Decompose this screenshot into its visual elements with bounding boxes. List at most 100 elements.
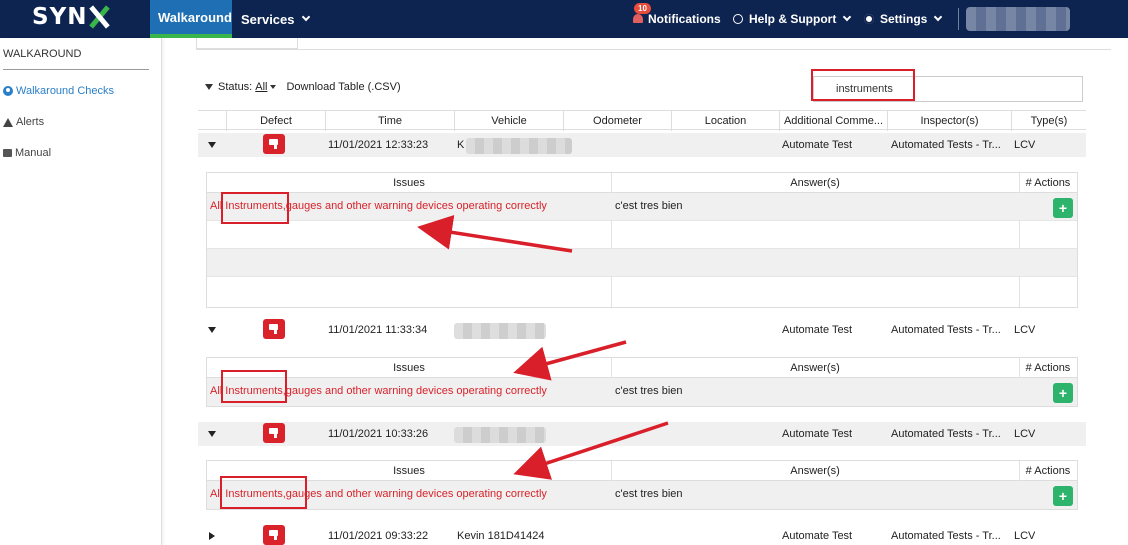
sub-col-actions: # Actions — [1025, 177, 1071, 189]
chevron-down-icon — [843, 12, 852, 22]
download-csv-link[interactable]: Download Table (.CSV) — [286, 81, 400, 93]
thumbs-down-icon[interactable] — [263, 423, 285, 443]
sidebar-item-label: Manual — [15, 147, 52, 159]
top-navbar: SYN Walkaround Services Notifications 10… — [0, 0, 1128, 38]
table-row[interactable]: 11/01/2021 11:33:34 Automate Test Automa… — [198, 318, 1086, 342]
issues-subtable-header: Issues Answer(s) # Actions — [207, 358, 1077, 378]
logo-x-icon — [88, 5, 111, 29]
nav-services-label: Services — [241, 11, 295, 27]
add-action-button[interactable]: + — [1053, 486, 1073, 506]
cell-inspector: Automated Tests - Tr... — [891, 428, 1001, 440]
sidebar-heading: WALKAROUND — [3, 48, 82, 60]
notifications-badge: 10 — [634, 3, 651, 14]
cell-comment: Automate Test — [782, 428, 853, 440]
expand-toggle-icon[interactable] — [208, 142, 216, 148]
cell-comment: Automate Test — [782, 139, 853, 151]
thumbs-down-icon[interactable] — [263, 134, 285, 154]
cell-time: 11/01/2021 11:33:34 — [328, 324, 428, 336]
cell-inspector: Automated Tests - Tr... — [891, 324, 1001, 336]
status-filter-value[interactable]: All — [255, 81, 267, 93]
nav-services[interactable]: Services — [233, 0, 317, 38]
sub-col-actions: # Actions — [1025, 362, 1071, 374]
issue-row: All Instruments,gauges and other warning… — [207, 378, 1077, 406]
empty-row — [207, 277, 1077, 305]
nav-walkaround-label: Walkaround — [158, 9, 232, 25]
cell-inspector: Automated Tests - Tr... — [891, 139, 1001, 151]
warning-icon — [3, 117, 13, 127]
redacted-vehicle — [454, 323, 546, 339]
sidebar-item-manual[interactable]: Manual — [3, 147, 51, 159]
table-row[interactable]: 11/01/2021 12:33:23 K Automate Test Auto… — [198, 133, 1086, 157]
table-row[interactable]: 11/01/2021 09:33:22 Kevin 181D41424 Auto… — [198, 524, 1086, 545]
cell-type: LCV — [1014, 530, 1036, 542]
answer-text: c'est tres bien — [615, 200, 683, 212]
issue-row: All Instruments,gauges and other warning… — [207, 193, 1077, 221]
sidebar-item-alerts[interactable]: Alerts — [3, 116, 44, 128]
redacted-vehicle — [454, 427, 546, 443]
expand-toggle-icon[interactable] — [209, 532, 215, 540]
annotation-box-issue — [221, 192, 289, 224]
issue-row: All Instruments,gauges and other warning… — [207, 481, 1077, 509]
caret-down-icon[interactable] — [270, 85, 277, 89]
nav-divider — [958, 8, 959, 30]
filter-bar: Status: All Download Table (.CSV) — [205, 81, 401, 93]
col-odometer[interactable]: Odometer — [563, 111, 671, 131]
chevron-down-icon — [301, 12, 310, 22]
sidebar-item-label: Walkaround Checks — [16, 85, 115, 97]
issues-subtable: Issues Answer(s) # Actions All Instrumen… — [206, 172, 1078, 308]
col-time[interactable]: Time — [325, 111, 454, 131]
user-menu-redacted[interactable] — [966, 7, 1070, 31]
chevron-down-icon — [934, 12, 943, 22]
empty-row — [207, 249, 1077, 277]
sub-col-answers: Answer(s) — [790, 465, 840, 477]
sidebar-item-label: Alerts — [16, 116, 45, 128]
nav-walkaround[interactable]: Walkaround — [150, 0, 232, 38]
cell-type: LCV — [1014, 324, 1036, 336]
sub-col-answers: Answer(s) — [790, 362, 840, 374]
sub-col-answers: Answer(s) — [790, 177, 840, 189]
issues-subtable-header: Issues Answer(s) # Actions — [207, 461, 1077, 481]
issues-subtable: Issues Answer(s) # Actions All Instrumen… — [206, 357, 1078, 407]
help-icon — [733, 14, 743, 24]
cell-vehicle: Kevin 181D41424 — [457, 530, 545, 542]
cell-comment: Automate Test — [782, 530, 853, 542]
col-inspectors[interactable]: Inspector(s) — [887, 111, 1011, 131]
synx-logo[interactable]: SYN — [32, 2, 111, 32]
col-location[interactable]: Location — [671, 111, 779, 131]
thumbs-down-icon[interactable] — [263, 319, 285, 339]
issues-subtable-header: Issues Answer(s) # Actions — [207, 173, 1077, 193]
expand-toggle-icon[interactable] — [208, 327, 216, 333]
col-vehicle[interactable]: Vehicle — [454, 111, 563, 131]
table-row[interactable]: 11/01/2021 10:33:26 Automate Test Automa… — [198, 422, 1086, 446]
empty-row — [207, 221, 1077, 249]
cell-time: 11/01/2021 12:33:23 — [328, 139, 429, 151]
nav-notifications-label: Notifications — [648, 12, 721, 26]
col-types[interactable]: Type(s) — [1011, 111, 1086, 131]
tab-strip — [196, 38, 1111, 50]
redacted-vehicle — [466, 138, 572, 154]
add-action-button[interactable]: + — [1053, 198, 1073, 218]
col-defect[interactable]: Defect — [226, 111, 325, 131]
user-circle-icon — [3, 86, 13, 96]
annotation-box-search — [811, 69, 915, 101]
sidebar-item-walkaround-checks[interactable]: Walkaround Checks — [3, 85, 114, 97]
answer-text: c'est tres bien — [615, 488, 683, 500]
filter-icon — [205, 84, 213, 90]
nav-settings[interactable]: Settings — [864, 0, 943, 38]
expand-toggle-icon[interactable] — [208, 431, 216, 437]
tab-partial[interactable] — [196, 38, 298, 49]
cell-vehicle: K — [457, 139, 465, 151]
thumbs-down-icon[interactable] — [263, 525, 285, 545]
gear-icon — [864, 14, 874, 24]
add-action-button[interactable]: + — [1053, 383, 1073, 403]
cell-comment: Automate Test — [782, 324, 853, 336]
bell-icon — [632, 13, 644, 25]
sub-col-actions: # Actions — [1025, 465, 1071, 477]
table-header: Defect Time Vehicle Odometer Location Ad… — [198, 110, 1086, 131]
cell-inspector: Automated Tests - Tr... — [891, 530, 1001, 542]
nav-help[interactable]: Help & Support — [733, 0, 852, 38]
cell-time: 11/01/2021 09:33:22 — [328, 530, 429, 542]
cell-time: 11/01/2021 10:33:26 — [328, 428, 429, 440]
cell-type: LCV — [1014, 139, 1036, 151]
col-additional-comments[interactable]: Additional Comme... — [779, 111, 887, 131]
